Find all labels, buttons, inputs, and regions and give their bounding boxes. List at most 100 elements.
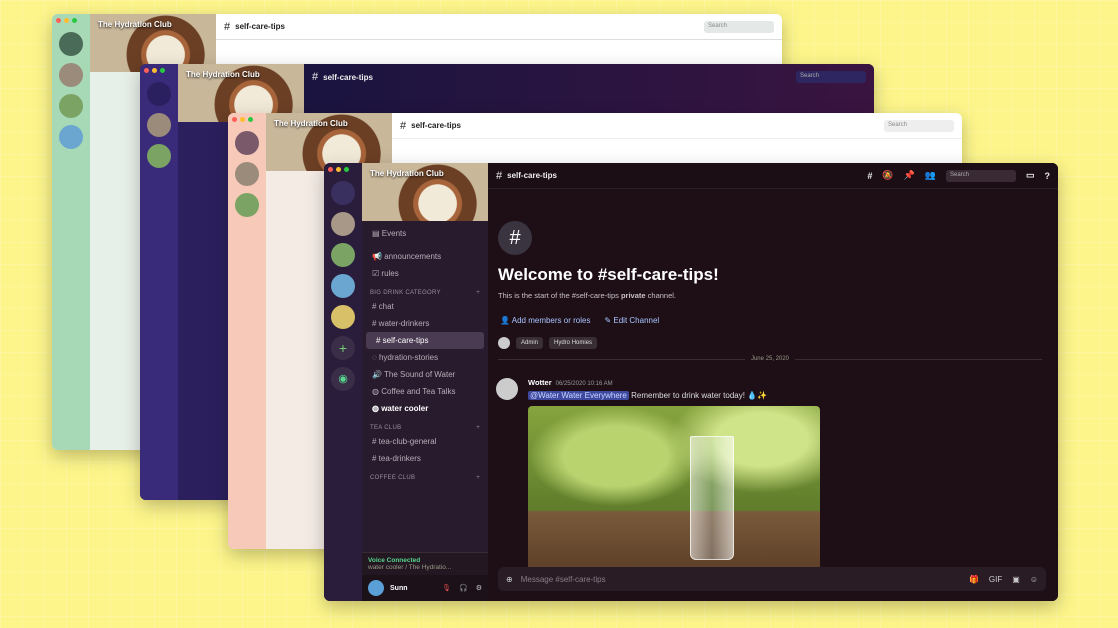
server-icon[interactable] [235, 193, 259, 217]
date-divider: June 25, 2020 [498, 356, 1042, 362]
server-icon[interactable] [59, 94, 83, 118]
message-author[interactable]: Wotter [528, 378, 552, 387]
voice-location[interactable]: water cooler / The Hydratio... [368, 564, 482, 571]
search-input[interactable]: Search [704, 20, 774, 33]
channel-label: tea-club-general [378, 437, 437, 446]
channel-header: # self-care-tips # 🔕 📌 👥 Search ▭ ? [488, 163, 1058, 189]
server-name[interactable]: The Hydration Club [274, 119, 348, 128]
channel-label: water-drinkers [378, 319, 430, 328]
channel-label: announcements [384, 252, 442, 261]
category-big-drink[interactable]: BIG DRINK CATEGORY + [362, 282, 488, 298]
channel-label: hydration-stories [378, 353, 439, 362]
category-label: COFFEE CLUB [370, 475, 416, 481]
search-input[interactable]: Search [884, 119, 954, 132]
server-icon[interactable] [331, 212, 355, 236]
search-input[interactable]: Search [945, 169, 1016, 182]
avatar[interactable] [496, 378, 518, 400]
channel-title: self-care-tips [507, 171, 557, 180]
window-dark: + ◉ The Hydration Club ▤ Events 📢 announ… [324, 163, 1058, 601]
events-item[interactable]: ▤ Events [362, 225, 488, 242]
explore-icon[interactable]: ◉ [331, 367, 355, 391]
channel-water-cooler[interactable]: ◍ water cooler [362, 400, 488, 417]
discord-home-icon[interactable] [331, 181, 355, 205]
channel-announcements[interactable]: 📢 announcements [362, 248, 488, 265]
search-input[interactable]: Search [796, 71, 866, 83]
add-channel-icon[interactable]: + [476, 475, 480, 481]
channel-title: self-care-tips [235, 22, 285, 31]
category-label: TEA CLUB [370, 425, 402, 431]
emoji-picker-icon[interactable]: ☺ [1030, 575, 1038, 584]
channel-list: The Hydration Club ▤ Events 📢 announceme… [362, 163, 488, 601]
server-name[interactable]: The Hydration Club [186, 70, 260, 79]
discord-home-icon[interactable] [147, 82, 171, 106]
channel-hydration-stories[interactable]: ◌ hydration-stories [362, 349, 488, 366]
avatar[interactable] [368, 580, 384, 596]
role-tag-hydro: Hydro Homies [549, 337, 598, 349]
channel-label: tea-drinkers [378, 454, 421, 463]
channel-tea-drinkers[interactable]: # tea-drinkers [362, 450, 488, 467]
channel-title: self-care-tips [411, 121, 461, 130]
voice-status-panel: Voice Connected water cooler / The Hydra… [362, 552, 488, 575]
gif-icon[interactable]: GIF [989, 575, 1002, 584]
headphones-icon[interactable]: 🎧 [459, 584, 468, 592]
server-icon[interactable] [331, 305, 355, 329]
server-name[interactable]: The Hydration Club [370, 169, 444, 178]
server-icon[interactable] [147, 113, 171, 137]
sticker-icon[interactable]: ▣ [1012, 575, 1020, 584]
channel-water-drinkers[interactable]: # water-drinkers [362, 315, 488, 332]
add-members-label: Add members or roles [511, 316, 591, 325]
add-members-link[interactable]: 👤 Add members or roles [500, 316, 590, 325]
server-name[interactable]: The Hydration Club [98, 20, 172, 29]
category-tea-club[interactable]: TEA CLUB + [362, 417, 488, 433]
channel-label: Coffee and Tea Talks [381, 387, 456, 396]
gift-icon[interactable]: 🎁 [969, 575, 979, 584]
hash-icon: # [496, 169, 503, 182]
server-icon[interactable] [59, 125, 83, 149]
edit-channel-link[interactable]: ✎ Edit Channel [604, 316, 659, 325]
server-icon[interactable] [331, 243, 355, 267]
user-mention[interactable]: @Water Water Everywhere [528, 391, 629, 400]
main-pane: # self-care-tips # 🔕 📌 👥 Search ▭ ? # We… [488, 163, 1058, 601]
category-label: BIG DRINK CATEGORY [370, 290, 441, 296]
channel-coffee-tea[interactable]: ◍ Coffee and Tea Talks [362, 383, 488, 400]
server-icon[interactable] [331, 274, 355, 298]
discord-home-icon[interactable] [235, 131, 259, 155]
message-composer[interactable]: ⊕ Message #self-care-tips 🎁 GIF ▣ ☺ [498, 567, 1046, 591]
date-divider-label: June 25, 2020 [744, 356, 796, 362]
discord-home-icon[interactable] [59, 32, 83, 56]
channel-sound-of-water[interactable]: 🔊 The Sound of Water [362, 366, 488, 383]
help-icon[interactable]: ? [1045, 171, 1051, 181]
mute-icon[interactable]: 🎙 [442, 584, 451, 592]
water-glass-image[interactable] [528, 406, 820, 574]
hash-icon: # [312, 71, 319, 83]
welcome-title: Welcome to #self-care-tips! [498, 265, 719, 284]
category-coffee-club[interactable]: COFFEE CLUB + [362, 467, 488, 483]
server-icon[interactable] [59, 63, 83, 87]
welcome-subtitle-text: This is the start of the #self-care-tips [498, 291, 621, 300]
gear-icon[interactable]: ⚙ [476, 584, 482, 592]
channel-tea-club-general[interactable]: # tea-club-general [362, 433, 488, 450]
welcome-subtitle: This is the start of the #self-care-tips… [498, 291, 1058, 300]
add-channel-icon[interactable]: + [476, 425, 480, 431]
welcome-subtitle-bold: private [620, 291, 646, 300]
threads-icon[interactable]: # [867, 171, 872, 181]
pin-icon[interactable]: 📌 [904, 170, 915, 181]
server-rail: + ◉ [324, 163, 362, 601]
channel-label: The Sound of Water [384, 370, 456, 379]
bell-icon[interactable]: 🔕 [882, 170, 893, 181]
add-channel-icon[interactable]: + [476, 290, 480, 296]
glass-shape [690, 436, 734, 560]
add-attachment-icon[interactable]: ⊕ [506, 575, 513, 584]
inbox-icon[interactable]: ▭ [1026, 170, 1035, 181]
add-server-icon[interactable]: + [331, 336, 355, 360]
channel-chat[interactable]: # chat [362, 298, 488, 315]
welcome-hash-icon: # [498, 221, 532, 255]
members-icon[interactable]: 👥 [925, 170, 936, 181]
channel-label: chat [378, 302, 394, 311]
server-icon[interactable] [235, 162, 259, 186]
channel-self-care-tips[interactable]: # self-care-tips [366, 332, 484, 349]
username: Sunn [390, 584, 408, 592]
role-tag-admin: Admin [516, 337, 544, 349]
channel-rules[interactable]: ☑ rules [362, 265, 488, 282]
server-icon[interactable] [147, 144, 171, 168]
